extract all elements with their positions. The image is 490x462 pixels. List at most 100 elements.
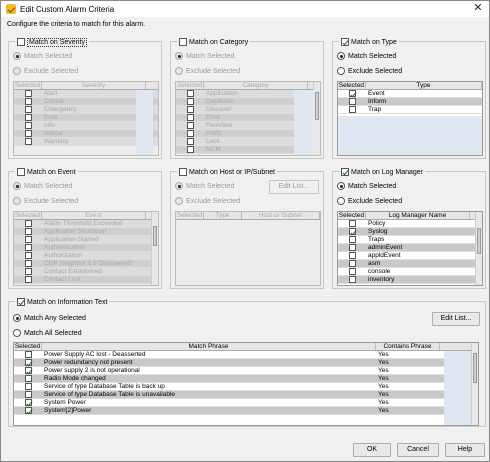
row-checkbox[interactable] [24, 90, 32, 97]
table-row[interactable]: Power Supply AC lost - Deasserted Yes [14, 351, 478, 359]
row-checkbox[interactable] [348, 228, 356, 235]
host-checkbox[interactable] [179, 168, 187, 176]
infotext-all-radio[interactable] [13, 329, 21, 337]
row-checkbox[interactable] [186, 90, 194, 97]
table-row[interactable]: Power supply 2 is not operational Yes [14, 367, 478, 375]
row-checkbox[interactable] [24, 236, 32, 243]
row-checkbox[interactable] [24, 106, 32, 113]
row-select-cell[interactable] [176, 146, 204, 153]
table-row[interactable]: Alarm Threshold Exceeded [14, 220, 158, 228]
row-select-cell[interactable] [338, 244, 366, 251]
row-select-cell[interactable] [14, 367, 42, 374]
infotext-all-option[interactable]: Match All Selected [13, 329, 82, 337]
row-checkbox[interactable] [24, 375, 32, 382]
table-row[interactable]: CDP Neighbor 1.5 Discovered [14, 260, 158, 268]
row-select-cell[interactable] [176, 90, 204, 97]
row-checkbox[interactable] [24, 407, 32, 414]
row-checkbox[interactable] [24, 391, 32, 398]
severity-match-option[interactable]: Match Selected [13, 52, 72, 60]
category-exclude-option[interactable]: Exclude Selected [175, 67, 240, 75]
row-select-cell[interactable] [14, 98, 42, 105]
table-row[interactable]: System Power Yes [14, 399, 478, 407]
table-row[interactable]: Contact Established [14, 268, 158, 276]
table-row[interactable]: Syslog [338, 228, 482, 236]
infotext-edit-list-button[interactable]: Edit List... [432, 312, 480, 326]
row-select-cell[interactable] [338, 276, 366, 283]
host-match-option[interactable]: Match Selected [175, 182, 234, 190]
row-select-cell[interactable] [338, 90, 366, 97]
row-select-cell[interactable] [338, 228, 366, 235]
row-checkbox[interactable] [24, 114, 32, 121]
row-select-cell[interactable] [176, 122, 204, 129]
infotext-scrollbar[interactable] [471, 343, 478, 425]
row-select-cell[interactable] [338, 106, 366, 113]
close-button[interactable]: ✕ [467, 1, 489, 17]
infotext-table[interactable]: Selected Match Phrase Contains Phrase Powe… [13, 342, 479, 426]
row-select-cell[interactable] [14, 106, 42, 113]
table-row[interactable]: Application Shutdown [14, 228, 158, 236]
table-row[interactable]: System[2]Power Yes [14, 407, 478, 415]
row-checkbox[interactable] [348, 276, 356, 283]
row-checkbox[interactable] [348, 236, 356, 243]
help-button[interactable]: Help [445, 443, 485, 457]
row-select-cell[interactable] [176, 98, 204, 105]
type-match-radio[interactable] [337, 52, 345, 60]
infotext-any-radio[interactable] [13, 314, 21, 322]
category-scrollbar[interactable] [313, 82, 320, 155]
row-checkbox[interactable] [24, 130, 32, 137]
row-checkbox[interactable] [348, 260, 356, 267]
row-checkbox[interactable] [24, 244, 32, 251]
row-checkbox[interactable] [24, 359, 32, 366]
row-select-cell[interactable] [338, 236, 366, 243]
row-checkbox[interactable] [186, 106, 194, 113]
logmgr-table[interactable]: Selected Log Manager Name Policy Syslog Tra… [337, 211, 483, 286]
logmgr-header[interactable]: Match on Log Manager [339, 167, 425, 177]
table-row[interactable]: Authorization [14, 252, 158, 260]
row-checkbox[interactable] [24, 367, 32, 374]
row-checkbox[interactable] [24, 138, 32, 145]
row-checkbox[interactable] [348, 220, 356, 227]
row-checkbox[interactable] [348, 106, 356, 113]
table-row[interactable]: Event [338, 90, 482, 98]
host-match-radio[interactable] [175, 182, 183, 190]
row-select-cell[interactable] [14, 138, 42, 145]
row-checkbox[interactable] [348, 90, 356, 97]
category-match-option[interactable]: Match Selected [175, 52, 234, 60]
row-select-cell[interactable] [14, 407, 42, 414]
logmgr-exclude-option[interactable]: Exclude Selected [337, 197, 402, 205]
row-checkbox[interactable] [348, 244, 356, 251]
logmgr-match-option[interactable]: Match Selected [337, 182, 396, 190]
table-row[interactable]: Traps [338, 236, 482, 244]
row-checkbox[interactable] [186, 122, 194, 129]
event-table[interactable]: Selected Event Alarm Threshold Exceeded Ap… [13, 211, 159, 286]
row-select-cell[interactable] [338, 98, 366, 105]
row-checkbox[interactable] [186, 114, 194, 121]
row-select-cell[interactable] [14, 114, 42, 121]
host-exclude-radio[interactable] [175, 197, 183, 205]
type-table[interactable]: Selected Type Event Inform Trap [337, 81, 483, 156]
row-select-cell[interactable] [14, 268, 42, 275]
row-select-cell[interactable] [14, 252, 42, 259]
severity-exclude-radio[interactable] [13, 67, 21, 75]
row-checkbox[interactable] [348, 252, 356, 259]
logmgr-exclude-radio[interactable] [337, 197, 345, 205]
row-select-cell[interactable] [14, 236, 42, 243]
row-checkbox[interactable] [24, 399, 32, 406]
row-select-cell[interactable] [14, 260, 42, 267]
host-table[interactable]: Selected Type Host or Subnet [175, 211, 321, 286]
logmgr-scrollbar[interactable] [475, 212, 482, 285]
severity-checkbox[interactable] [17, 38, 25, 46]
ok-button[interactable]: OK [353, 443, 391, 457]
event-header[interactable]: Match on Event [15, 167, 78, 177]
table-row[interactable]: asm [338, 260, 482, 268]
row-select-cell[interactable] [14, 276, 42, 283]
row-checkbox[interactable] [24, 220, 32, 227]
row-checkbox[interactable] [24, 276, 32, 283]
type-header[interactable]: Match on Type [339, 37, 399, 47]
row-select-cell[interactable] [14, 391, 42, 398]
row-select-cell[interactable] [14, 383, 42, 390]
severity-match-radio[interactable] [13, 52, 21, 60]
table-row[interactable]: Trap [338, 106, 482, 114]
category-checkbox[interactable] [179, 38, 187, 46]
table-row[interactable]: appldEvent [338, 252, 482, 260]
